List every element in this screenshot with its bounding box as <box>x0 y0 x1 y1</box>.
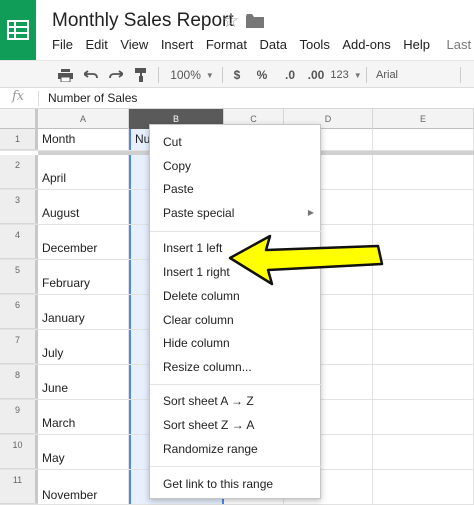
menu-bar: File Edit View Insert Format Data Tools … <box>52 37 474 55</box>
menu-help[interactable]: Help <box>403 37 430 55</box>
menu-item-paste-special[interactable]: Paste special ▶ <box>150 202 322 224</box>
paint-format-icon[interactable] <box>132 65 150 85</box>
zoom-select[interactable]: 100% ▼ <box>168 65 216 85</box>
folder-icon[interactable] <box>246 14 264 33</box>
cell[interactable]: December <box>38 225 129 259</box>
cell[interactable]: February <box>38 260 129 294</box>
menu-item-randomize-range[interactable]: Randomize range <box>150 438 322 460</box>
menu-addons[interactable]: Add-ons <box>342 37 390 55</box>
select-all-corner[interactable] <box>0 109 38 129</box>
menu-item-sort-z-a[interactable]: Sort sheet Z → A <box>150 414 322 436</box>
cell[interactable]: June <box>38 365 129 399</box>
decrease-decimals-button[interactable]: .0 <box>280 65 300 85</box>
column-header-a[interactable]: A <box>38 109 129 129</box>
last-edit-link[interactable]: Last edit <box>447 37 474 55</box>
menu-item-sort-a-z[interactable]: Sort sheet A → Z <box>150 390 322 412</box>
cell[interactable] <box>373 225 474 259</box>
percent-format-button[interactable]: % <box>255 65 269 85</box>
cell[interactable] <box>373 260 474 294</box>
cell[interactable]: July <box>38 330 129 364</box>
menu-item-get-link[interactable]: Get link to this range <box>150 473 322 495</box>
menu-file[interactable]: File <box>52 37 73 55</box>
row-header[interactable]: 1 <box>0 129 38 150</box>
cell[interactable]: January <box>38 295 129 329</box>
column-context-menu: Cut Copy Paste Paste special ▶ Insert 1 … <box>149 124 321 499</box>
cell[interactable] <box>373 155 474 189</box>
menu-item-clear-column[interactable]: Clear column <box>150 309 322 331</box>
cell[interactable]: April <box>38 155 129 189</box>
menu-data[interactable]: Data <box>260 37 287 55</box>
fx-icon: fx <box>12 89 24 104</box>
undo-icon[interactable] <box>82 65 100 85</box>
redo-icon[interactable] <box>107 65 125 85</box>
cell[interactable] <box>373 435 474 469</box>
increase-decimals-button[interactable]: .00 <box>305 65 327 85</box>
formula-bar: fx Number of Sales <box>0 88 474 109</box>
more-formats-button[interactable]: 123 ▼ <box>330 65 362 85</box>
menu-edit[interactable]: Edit <box>85 37 107 55</box>
row-header[interactable]: 5 <box>0 260 38 294</box>
cell[interactable] <box>373 400 474 434</box>
menu-insert[interactable]: Insert <box>161 37 194 55</box>
print-icon[interactable] <box>56 65 74 85</box>
row-header[interactable]: 6 <box>0 295 38 329</box>
sheets-logo-icon[interactable] <box>0 0 36 60</box>
menu-item-cut[interactable]: Cut <box>150 131 322 153</box>
menu-tools[interactable]: Tools <box>299 37 329 55</box>
row-header[interactable]: 10 <box>0 435 38 469</box>
cell[interactable] <box>373 330 474 364</box>
chevron-down-icon: ▼ <box>354 71 362 80</box>
cell[interactable] <box>373 295 474 329</box>
row-header[interactable]: 2 <box>0 155 38 189</box>
font-select[interactable]: Arial <box>376 65 410 85</box>
menu-item-copy[interactable]: Copy <box>150 155 322 177</box>
row-header[interactable]: 9 <box>0 400 38 434</box>
menu-item-label: Paste special <box>163 206 234 220</box>
cell[interactable]: March <box>38 400 129 434</box>
row-header[interactable]: 7 <box>0 330 38 364</box>
toolbar: 100% ▼ $ % .0 .00 123 ▼ Arial <box>0 60 474 88</box>
cell[interactable]: Month <box>38 129 129 150</box>
row-header[interactable]: 8 <box>0 365 38 399</box>
cell[interactable]: August <box>38 190 129 224</box>
cell[interactable] <box>373 129 474 150</box>
cell[interactable] <box>373 190 474 224</box>
menu-item-paste[interactable]: Paste <box>150 178 322 200</box>
row-header[interactable]: 4 <box>0 225 38 259</box>
formula-input[interactable]: Number of Sales <box>48 91 137 105</box>
menu-format[interactable]: Format <box>206 37 247 55</box>
app-header: Monthly Sales Report ☆ File Edit View In… <box>0 0 474 60</box>
menu-item-resize-column[interactable]: Resize column... <box>150 356 322 378</box>
chevron-down-icon: ▼ <box>206 71 214 80</box>
annotation-arrow-icon <box>228 232 388 293</box>
menu-view[interactable]: View <box>120 37 148 55</box>
cell[interactable] <box>373 365 474 399</box>
cell[interactable]: May <box>38 435 129 469</box>
menu-item-hide-column[interactable]: Hide column <box>150 332 322 354</box>
column-header-e[interactable]: E <box>373 109 474 129</box>
zoom-value: 100% <box>170 68 201 82</box>
document-title[interactable]: Monthly Sales Report <box>52 10 234 32</box>
row-header[interactable]: 3 <box>0 190 38 224</box>
submenu-arrow-icon: ▶ <box>308 202 314 224</box>
star-icon[interactable]: ☆ <box>222 10 239 33</box>
currency-format-button[interactable]: $ <box>230 65 244 85</box>
more-formats-label: 123 <box>330 69 348 81</box>
